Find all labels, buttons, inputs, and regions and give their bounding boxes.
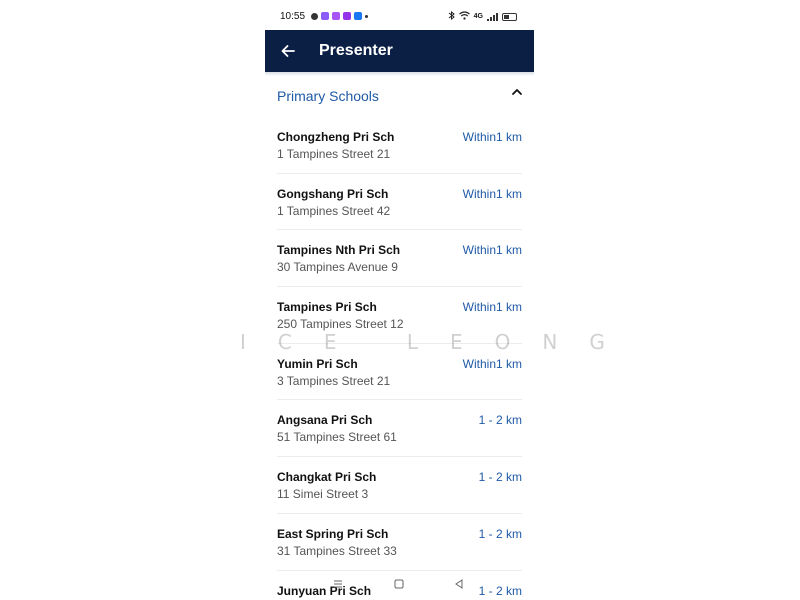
status-bar: 10:55 4G bbox=[265, 0, 534, 30]
school-address: 51 Tampines Street 61 bbox=[277, 430, 397, 445]
back-button[interactable] bbox=[276, 39, 300, 63]
school-name: Gongshang Pri Sch bbox=[277, 186, 389, 201]
wifi-icon bbox=[458, 11, 470, 22]
chevron-up-icon[interactable] bbox=[510, 85, 524, 99]
signal-icon bbox=[487, 12, 498, 21]
school-distance: Within1 km bbox=[462, 186, 522, 201]
facebook-notification-icon bbox=[354, 12, 362, 20]
square-home-icon[interactable] bbox=[393, 578, 405, 590]
app-notification-icon bbox=[321, 12, 329, 20]
school-name: Tampines Nth Pri Sch bbox=[277, 243, 401, 258]
app-bar-shadow bbox=[265, 72, 534, 76]
school-list-item[interactable]: Angsana Pri Sch 51 Tampines Street 61 1 - … bbox=[265, 400, 534, 458]
school-list-item[interactable]: Tampines Pri Sch 250 Tampines Street 12 Wi… bbox=[265, 287, 534, 344]
phone-screen: 10:55 4G Presenter Primary Schools Chong… bbox=[265, 0, 534, 600]
school-name: Angsana Pri Sch bbox=[277, 413, 373, 428]
triangle-back-icon[interactable] bbox=[453, 578, 465, 590]
school-address: 1 Tampines Street 42 bbox=[277, 203, 391, 218]
school-distance: 1 - 2 km bbox=[478, 470, 522, 485]
page-title: Presenter bbox=[319, 42, 393, 59]
school-name: Yumin Pri Sch bbox=[277, 356, 358, 371]
school-name: Tampines Pri Sch bbox=[277, 300, 377, 315]
status-time: 10:55 bbox=[280, 11, 306, 22]
school-list-item[interactable]: Tampines Nth Pri Sch 30 Tampines Avenue 9… bbox=[265, 230, 534, 288]
school-list-item[interactable]: Yumin Pri Sch 3 Tampines Street 21 Within1… bbox=[265, 344, 534, 401]
school-distance: Within1 km bbox=[462, 243, 522, 258]
school-list-item[interactable]: Gongshang Pri Sch 1 Tampines Street 42 Wit… bbox=[265, 174, 534, 231]
school-address: 3 Tampines Street 21 bbox=[277, 373, 391, 388]
school-list: Chongzheng Pri Sch 1 Tampines Street 21 Wi… bbox=[265, 117, 534, 600]
school-distance: Within1 km bbox=[462, 130, 522, 144]
school-address: 31 Tampines Street 33 bbox=[277, 543, 397, 558]
chat-notification-icon bbox=[311, 12, 318, 20]
more-notifications-icon bbox=[365, 14, 368, 18]
menu-icon[interactable] bbox=[332, 578, 344, 590]
school-distance: 1 - 2 km bbox=[478, 526, 522, 541]
battery-icon bbox=[502, 12, 517, 21]
school-distance: Within1 km bbox=[462, 356, 522, 371]
section-title: Primary Schools bbox=[277, 88, 379, 104]
app-notification-icon bbox=[332, 12, 340, 20]
battery-level bbox=[504, 14, 509, 19]
primary-schools-section-header[interactable]: Primary Schools bbox=[265, 78, 534, 114]
school-address: 1 Tampines Street 21 bbox=[277, 147, 391, 161]
app-bar: Presenter bbox=[265, 30, 534, 72]
bluetooth-icon bbox=[448, 10, 455, 22]
school-distance: Within1 km bbox=[462, 300, 522, 315]
app-notification-icon bbox=[343, 12, 351, 20]
school-list-item[interactable]: Changkat Pri Sch 11 Simei Street 3 1 - 2 k… bbox=[265, 457, 534, 514]
school-list-item[interactable]: Chongzheng Pri Sch 1 Tampines Street 21 Wi… bbox=[265, 117, 534, 174]
notification-icons bbox=[311, 12, 368, 20]
school-name: Changkat Pri Sch bbox=[277, 470, 377, 485]
school-name: East Spring Pri Sch bbox=[277, 526, 389, 541]
navigation-bar bbox=[265, 574, 534, 594]
school-distance: 1 - 2 km bbox=[478, 413, 522, 428]
school-name: Chongzheng Pri Sch bbox=[277, 130, 395, 144]
system-status-icons: 4G bbox=[448, 10, 517, 22]
school-address: 11 Simei Street 3 bbox=[277, 487, 369, 502]
school-address: 30 Tampines Avenue 9 bbox=[277, 260, 398, 275]
network-type-label: 4G bbox=[473, 13, 483, 20]
school-address: 250 Tampines Street 12 bbox=[277, 317, 404, 332]
arrow-left-icon bbox=[281, 45, 295, 57]
school-list-item[interactable]: East Spring Pri Sch 31 Tampines Street 33… bbox=[265, 514, 534, 571]
